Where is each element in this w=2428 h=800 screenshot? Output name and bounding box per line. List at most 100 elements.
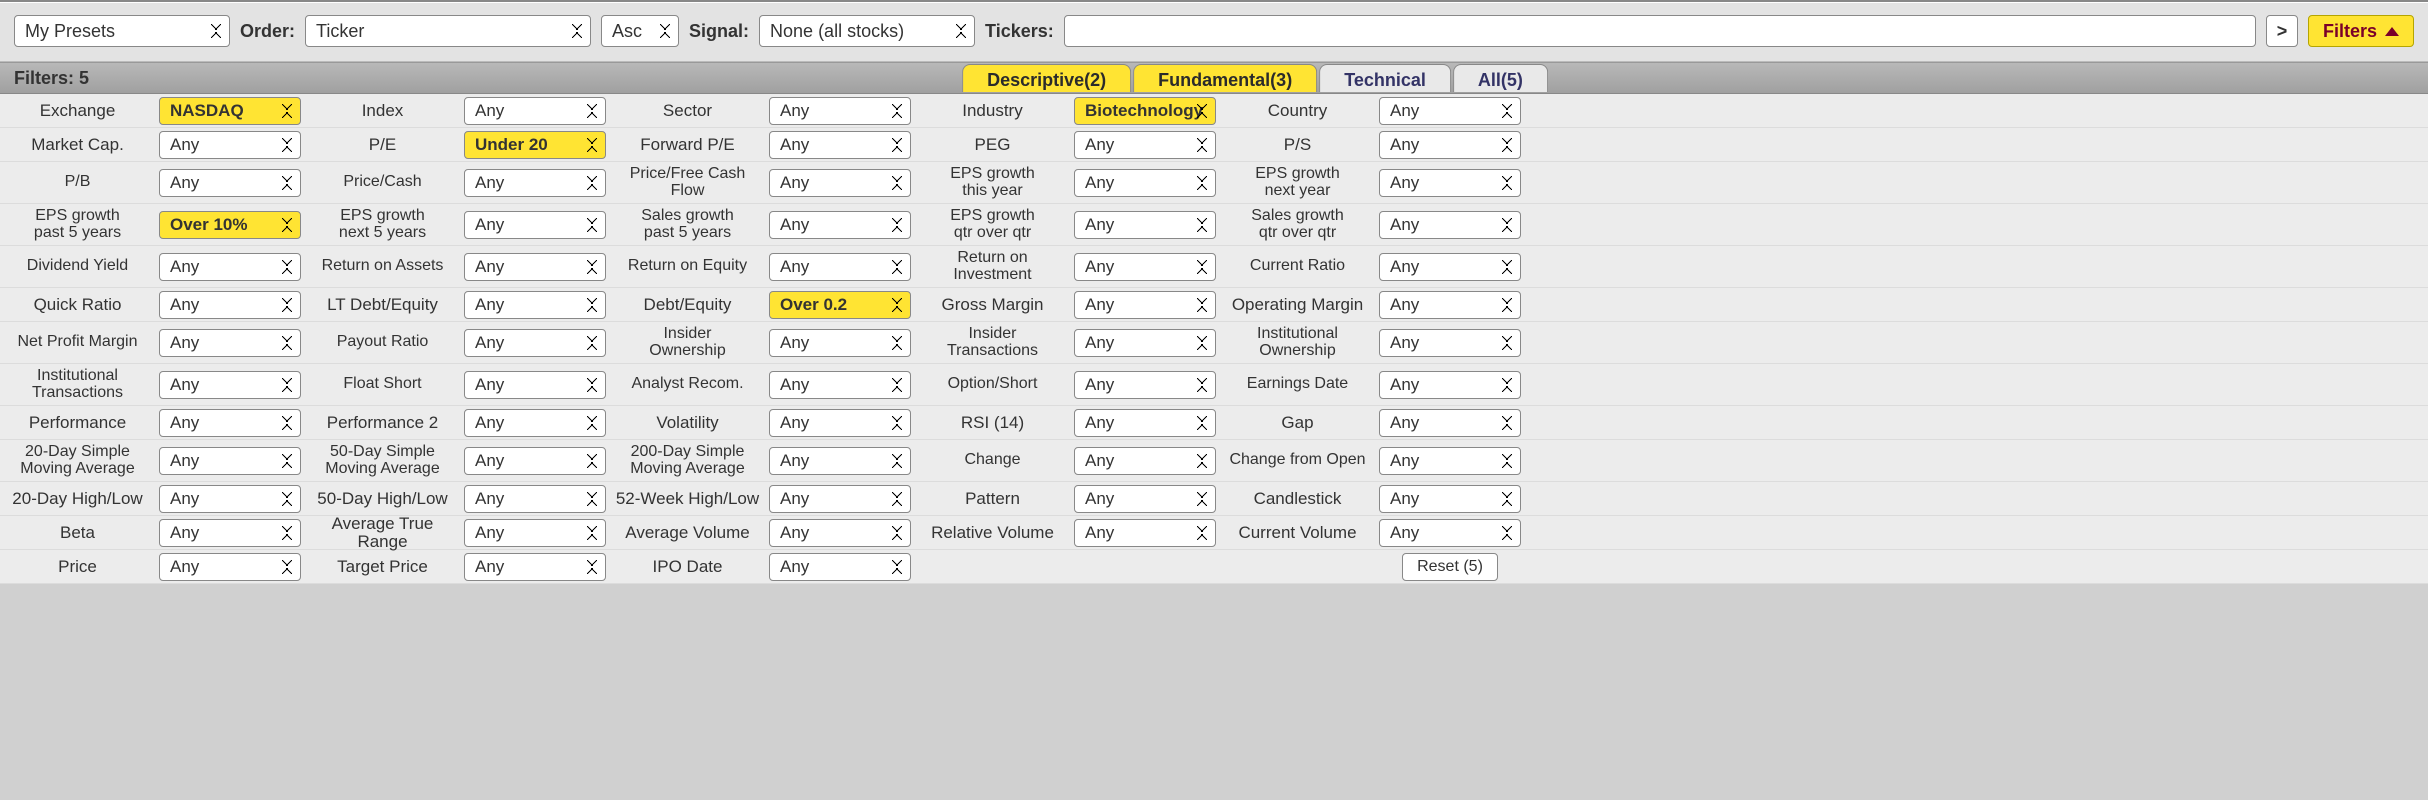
filter-select[interactable]: Any: [1379, 409, 1521, 437]
filter-select[interactable]: Any: [1074, 211, 1216, 239]
filter-row: Dividend YieldAnyReturn on AssetsAnyRetu…: [0, 246, 2428, 288]
tickers-input[interactable]: [1064, 15, 2256, 47]
filter-select[interactable]: Any: [1074, 409, 1216, 437]
filter-select[interactable]: Any: [769, 97, 911, 125]
filter-label: EPS growth this year: [915, 162, 1070, 203]
filter-select[interactable]: Any: [769, 409, 911, 437]
filter-select-value: Any: [1085, 295, 1114, 315]
signal-select[interactable]: None (all stocks): [759, 15, 975, 47]
filter-select[interactable]: Any: [464, 211, 606, 239]
filter-select[interactable]: Any: [159, 485, 301, 513]
filter-select[interactable]: Any: [159, 291, 301, 319]
filter-select[interactable]: Any: [1074, 447, 1216, 475]
filter-select-cell: Any: [1070, 482, 1220, 515]
filter-select[interactable]: Any: [1074, 253, 1216, 281]
signal-value: None (all stocks): [770, 21, 904, 42]
filter-select[interactable]: Any: [464, 169, 606, 197]
filter-select[interactable]: Any: [769, 519, 911, 547]
filter-select[interactable]: Any: [1074, 371, 1216, 399]
filter-select[interactable]: Any: [1379, 371, 1521, 399]
filter-select-cell: Any: [1375, 482, 1525, 515]
filter-select[interactable]: Any: [769, 553, 911, 581]
filter-select[interactable]: Any: [769, 169, 911, 197]
filter-select[interactable]: Under 20: [464, 131, 606, 159]
filter-select[interactable]: Any: [159, 447, 301, 475]
filter-select-value: Any: [170, 489, 199, 509]
filter-select[interactable]: Any: [1074, 329, 1216, 357]
filter-select[interactable]: Any: [1074, 291, 1216, 319]
filter-select[interactable]: Any: [464, 519, 606, 547]
filter-select-value: Any: [780, 489, 809, 509]
filter-select[interactable]: Any: [464, 553, 606, 581]
filter-select[interactable]: Any: [1379, 447, 1521, 475]
filter-select[interactable]: Any: [464, 447, 606, 475]
filter-select-value: Any: [170, 523, 199, 543]
filter-select[interactable]: Any: [159, 253, 301, 281]
filter-select-cell: Any: [1070, 246, 1220, 287]
filter-select[interactable]: Any: [769, 131, 911, 159]
filter-select-cell: Any: [155, 516, 305, 549]
tab-all-5-[interactable]: All(5): [1453, 64, 1548, 92]
filter-select-value: Any: [1085, 413, 1114, 433]
filter-select[interactable]: Any: [1379, 253, 1521, 281]
filter-select[interactable]: Any: [159, 169, 301, 197]
filter-select[interactable]: Any: [1379, 131, 1521, 159]
presets-select[interactable]: My Presets: [14, 15, 230, 47]
filter-select[interactable]: Any: [769, 485, 911, 513]
tab-descriptive-2-[interactable]: Descriptive(2): [962, 64, 1131, 92]
filter-select[interactable]: Any: [1074, 485, 1216, 513]
filter-select[interactable]: Any: [769, 253, 911, 281]
filter-select[interactable]: Any: [464, 253, 606, 281]
filter-select[interactable]: Any: [464, 329, 606, 357]
filter-select-value: Any: [170, 375, 199, 395]
filter-select[interactable]: Any: [769, 447, 911, 475]
filter-select[interactable]: Any: [1074, 169, 1216, 197]
filter-select[interactable]: Any: [1379, 169, 1521, 197]
filter-select[interactable]: Any: [1379, 519, 1521, 547]
filter-select-cell: Any: [460, 364, 610, 405]
filter-select[interactable]: Any: [1074, 131, 1216, 159]
filter-select-cell: Any: [1375, 204, 1525, 245]
filter-select[interactable]: Any: [1074, 519, 1216, 547]
filters-toggle-button[interactable]: Filters: [2308, 15, 2414, 47]
filter-row: PriceAnyTarget PriceAnyIPO DateAnyReset …: [0, 550, 2428, 584]
asc-value: Asc: [612, 21, 642, 42]
filter-select[interactable]: Any: [159, 409, 301, 437]
order-select[interactable]: Ticker: [305, 15, 591, 47]
filter-select[interactable]: Over 0.2: [769, 291, 911, 319]
filter-select[interactable]: Any: [1379, 97, 1521, 125]
go-button[interactable]: >: [2266, 15, 2298, 47]
filter-select-value: Under 20: [475, 135, 548, 155]
filter-select[interactable]: Any: [159, 553, 301, 581]
filter-select[interactable]: Any: [1379, 485, 1521, 513]
filter-select[interactable]: NASDAQ: [159, 97, 301, 125]
filter-select[interactable]: Over 10%: [159, 211, 301, 239]
filter-select-cell: Any: [1375, 406, 1525, 439]
filter-select[interactable]: Any: [464, 409, 606, 437]
filters-count-label: Filters: 5: [14, 68, 89, 89]
filter-select[interactable]: Biotechnology: [1074, 97, 1216, 125]
asc-select[interactable]: Asc: [601, 15, 679, 47]
filter-select[interactable]: Any: [1379, 329, 1521, 357]
filter-label: 50-Day High/Low: [305, 482, 460, 515]
filter-select[interactable]: Any: [159, 519, 301, 547]
filter-select-value: Any: [475, 557, 504, 577]
filter-select[interactable]: Any: [769, 211, 911, 239]
filter-select[interactable]: Any: [159, 371, 301, 399]
filter-select[interactable]: Any: [464, 371, 606, 399]
filter-select[interactable]: Any: [769, 329, 911, 357]
tab-fundamental-3-[interactable]: Fundamental(3): [1133, 64, 1317, 92]
filter-select[interactable]: Any: [464, 291, 606, 319]
reset-button[interactable]: Reset (5): [1402, 553, 1498, 581]
filter-select[interactable]: Any: [464, 485, 606, 513]
tab-technical[interactable]: Technical: [1319, 64, 1451, 92]
filter-select[interactable]: Any: [159, 329, 301, 357]
filter-select[interactable]: Any: [1379, 291, 1521, 319]
filter-select[interactable]: Any: [159, 131, 301, 159]
filter-select-cell: Any: [765, 322, 915, 363]
filter-select[interactable]: Any: [1379, 211, 1521, 239]
filter-label: Relative Volume: [915, 516, 1070, 549]
signal-label: Signal:: [689, 21, 749, 42]
filter-select[interactable]: Any: [464, 97, 606, 125]
filter-select[interactable]: Any: [769, 371, 911, 399]
